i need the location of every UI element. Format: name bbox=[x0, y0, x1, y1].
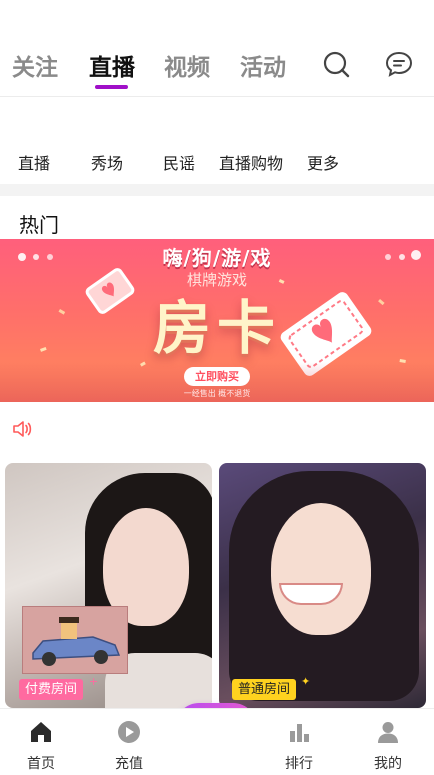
tab-activity[interactable]: 活动 bbox=[240, 48, 286, 82]
promo-banner[interactable]: 嗨/狗/游/戏 棋牌游戏 房卡 立即购买 一经售出 概不退货 bbox=[0, 239, 434, 402]
active-tab-indicator bbox=[95, 85, 128, 89]
section-title: 热门 bbox=[19, 213, 59, 237]
home-icon bbox=[31, 722, 51, 742]
subcategory-live[interactable]: 直播 bbox=[18, 150, 50, 174]
subcategory-folk[interactable]: 民谣 bbox=[163, 150, 195, 174]
paid-room-badge: 付费房间 bbox=[19, 679, 84, 700]
banner-title: 嗨/狗/游/戏 bbox=[162, 246, 272, 270]
user-icon bbox=[378, 722, 398, 743]
bottom-nav: 首页 充值 排行 我的 bbox=[0, 708, 434, 775]
tab-follow[interactable]: 关注 bbox=[12, 48, 58, 82]
top-tab-bar: 关注 直播 视频 活动 bbox=[0, 0, 434, 97]
play-icon bbox=[118, 721, 140, 743]
tab-live[interactable]: 直播 bbox=[89, 48, 135, 82]
buy-now-button[interactable]: 立即购买 bbox=[184, 367, 250, 386]
subcategory-live-shopping[interactable]: 直播购物 bbox=[219, 150, 283, 174]
banner-main-text: 房卡 bbox=[152, 294, 281, 362]
nav-label: 排行 bbox=[285, 756, 313, 772]
subcategory-more[interactable]: 更多 bbox=[307, 150, 339, 174]
nav-ranking[interactable]: 排行 bbox=[269, 709, 329, 775]
normal-room-badge: 普通房间 bbox=[232, 679, 297, 700]
nav-label: 首页 bbox=[27, 756, 55, 772]
subcategory-show[interactable]: 秀场 bbox=[91, 150, 123, 174]
nav-home[interactable]: 首页 bbox=[11, 709, 71, 775]
streamer-face bbox=[271, 503, 371, 635]
nav-label: 充值 bbox=[115, 756, 143, 772]
section-divider bbox=[0, 184, 434, 196]
message-icon[interactable] bbox=[385, 50, 413, 78]
sparkle-icon: ✦ bbox=[301, 675, 311, 688]
stream-card[interactable]: 普通房间 ✦ bbox=[219, 463, 426, 708]
subcategory-bar: 直播 秀场 民谣 直播购物 更多 bbox=[0, 150, 434, 174]
stream-card[interactable]: 付费房间 + bbox=[5, 463, 212, 708]
sparkle-icon: + bbox=[89, 675, 99, 688]
banner-tagline: 一经售出 概不退货 bbox=[183, 389, 251, 398]
speaker-icon[interactable] bbox=[12, 420, 32, 438]
car-thumbnail bbox=[22, 606, 128, 674]
nav-label: 我的 bbox=[374, 756, 402, 772]
tab-video[interactable]: 视频 bbox=[164, 48, 210, 82]
rank-icon bbox=[290, 724, 309, 742]
nav-mine[interactable]: 我的 bbox=[358, 709, 418, 775]
search-icon[interactable] bbox=[322, 50, 350, 78]
nav-recharge[interactable]: 充值 bbox=[99, 709, 159, 775]
